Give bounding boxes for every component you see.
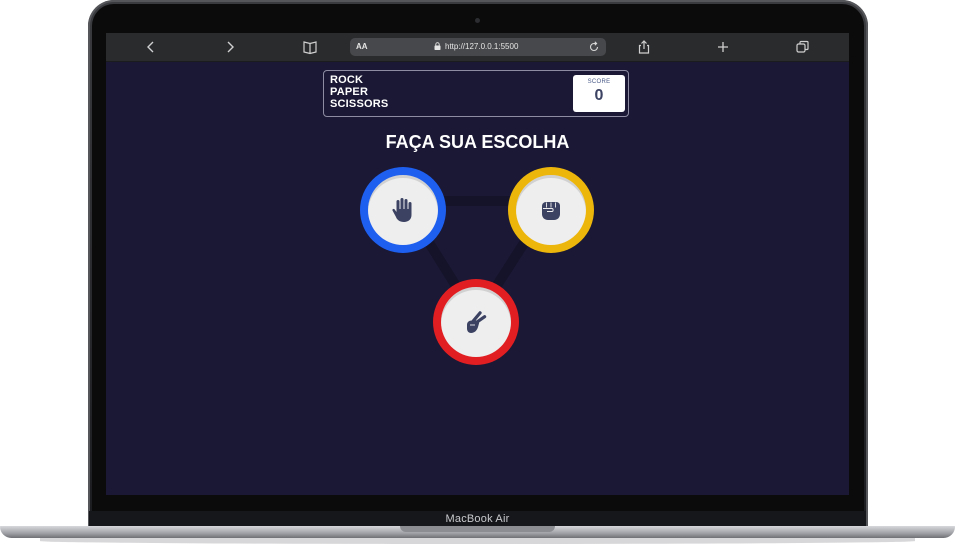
rock-choice-button[interactable] <box>508 167 594 253</box>
hand-icon <box>392 198 412 222</box>
laptop-mockup: MacBook Air AA http://127.0.0.1:5500 ROC… <box>0 0 955 549</box>
scissors-choice-inner <box>441 287 511 357</box>
device-model-label: MacBook Air <box>445 513 510 525</box>
fist-icon <box>542 202 560 220</box>
base-notch <box>400 526 555 532</box>
triangle-background <box>398 196 556 323</box>
base-shadow <box>40 538 915 544</box>
peace-hand-icon <box>467 311 487 333</box>
paper-choice-button[interactable] <box>360 167 446 253</box>
paper-choice-inner <box>368 175 438 245</box>
browser-screen: AA http://127.0.0.1:5500 ROCK PAPER SCIS… <box>106 33 849 495</box>
scissors-choice-button[interactable] <box>433 279 519 365</box>
camera-dot <box>475 18 480 23</box>
rock-choice-inner <box>516 175 586 245</box>
